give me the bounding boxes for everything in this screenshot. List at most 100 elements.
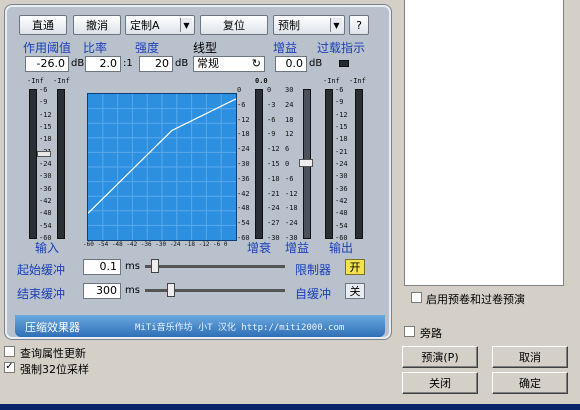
gain-meter-label: 增益 (285, 241, 310, 255)
gain-field[interactable]: 0.0 (275, 56, 307, 72)
attenuation-scale-tick: -3 (267, 100, 276, 109)
query-update-checkbox[interactable] (4, 346, 15, 357)
release-label: 结束缓冲 (17, 287, 66, 301)
attenuation-meter (255, 89, 263, 239)
compressor-panel: 直通 撤消 定制A ▼ 复位 预制 ▼ ? 作用阈值 比率 强度 线型 增益 过… (4, 4, 392, 340)
output-meter-top-label: -Inf (323, 77, 340, 85)
preview-list[interactable] (404, 0, 564, 286)
checkmark-icon: ✓ (5, 361, 14, 372)
threshold-slider-handle[interactable] (37, 151, 51, 157)
input-scale-tick: -42 (39, 197, 52, 205)
input-meter-label: 输入 (35, 241, 60, 255)
output-scale-tick: -48 (335, 209, 348, 218)
graph-x-scale: -60 -54 -48 -42 -36 -30 -24 -18 -12 -6 0 (83, 241, 228, 248)
bypass-button[interactable]: 直通 (19, 15, 67, 35)
attack-slider-track[interactable] (145, 265, 285, 268)
gain-scale-tick: 30 (285, 86, 294, 94)
input-scale-tick: -54 (39, 221, 52, 230)
input-meter-top-label: -Inf (27, 77, 44, 85)
ok-button[interactable]: 确定 (492, 372, 568, 394)
threshold-label: 作用阈值 (23, 41, 72, 55)
output-scale-tick: -12 (335, 110, 348, 119)
gain-unit: dB (309, 58, 323, 69)
graph-y-scale-tick: -12 (237, 115, 250, 124)
query-update-label: 查询属性更新 (20, 347, 86, 360)
input-scale-tick: -15 (39, 123, 52, 131)
strength-field[interactable]: 20 (139, 56, 173, 72)
attack-field[interactable]: 0.1 (83, 259, 121, 275)
gain-scale-tick: -6 (285, 174, 294, 183)
threshold-field[interactable]: -26.0 (25, 56, 69, 72)
attack-slider-handle[interactable] (151, 259, 159, 273)
graph-y-scale-tick: 0 (237, 86, 242, 94)
graph-y-scale-tick: -42 (237, 189, 250, 198)
gain-scale-tick: -18 (285, 204, 298, 213)
release-unit: ms (125, 285, 140, 296)
cycle-icon: ↻ (251, 57, 261, 70)
help-button[interactable]: ? (349, 15, 369, 35)
input-scale-tick: -48 (39, 209, 52, 218)
ratio-field[interactable]: 2.0 (85, 56, 121, 72)
input-scale: -6-9-12-15-18-21-24-30-36-42-48-54-60 (39, 86, 57, 242)
cancel-button[interactable]: 取消 (492, 346, 568, 368)
graph-y-scale-tick: -18 (237, 130, 250, 139)
attenuation-meter-label: 增衰 (247, 241, 272, 255)
gain-scale-tick: -24 (285, 219, 298, 228)
strength-label: 强度 (135, 41, 160, 55)
linetype-select[interactable]: 常规 ↻ (193, 56, 265, 72)
output-scale: -6 -9 -12 -15 -18 -21 -24 -30 -36 -42 -48 -54 -60 (335, 86, 353, 242)
attenuation-scale-tick: -6 (267, 115, 276, 124)
output-scale-tick: -24 (335, 160, 348, 168)
attenuation-scale-tick: -24 (267, 204, 280, 213)
auto-release-label: 自缓冲 (295, 287, 332, 301)
gain-scale-tick: 18 (285, 115, 294, 124)
attack-unit: ms (125, 261, 140, 272)
output-scale-tick: -6 (335, 86, 344, 94)
preroll-checkbox[interactable] (411, 292, 422, 303)
transfer-curve-graph[interactable] (87, 93, 237, 241)
preview-button[interactable]: 预演(P) (402, 346, 478, 368)
force32-checkbox[interactable]: ✓ (4, 362, 15, 373)
limiter-toggle[interactable]: 开 (345, 259, 365, 275)
preset-select-value: 定制A (130, 19, 160, 32)
footer-credit: MiTi音乐作坊 小T 汉化 http://miti2000.com (135, 323, 345, 333)
bypass-checkbox[interactable] (404, 326, 415, 337)
threshold-unit: dB (71, 58, 85, 69)
output-scale-tick: -36 (335, 184, 348, 193)
gain-slider-handle[interactable] (299, 159, 313, 167)
preset-menu-label: 预制 (278, 19, 300, 32)
gain-scale-tick: 6 (285, 145, 290, 154)
output-scale-tick: -18 (335, 135, 348, 144)
ratio-label: 比率 (83, 41, 108, 55)
preset-select[interactable]: 定制A ▼ (125, 15, 195, 35)
graph-y-scale: 0 -6 -12 -18 -24 -30 -36 -42 -48 -54 -60 (237, 86, 251, 242)
strength-unit: dB (175, 58, 189, 69)
gain-label: 增益 (273, 41, 298, 55)
close-button[interactable]: 关闭 (402, 372, 478, 394)
gain-scale-tick: 0 (285, 160, 290, 168)
input-scale-tick: -30 (39, 172, 52, 181)
output-scale-tick: -54 (335, 221, 348, 230)
graph-y-scale-tick: -6 (237, 100, 246, 109)
graph-y-scale-tick: -24 (237, 145, 250, 154)
gain-scale-tick: 24 (285, 100, 294, 109)
auto-release-toggle[interactable]: 关 (345, 283, 365, 299)
output-meter-left (325, 89, 333, 239)
output-scale-tick: -9 (335, 98, 344, 107)
preset-menu[interactable]: 预制 ▼ (273, 15, 345, 35)
release-field[interactable]: 300 (83, 283, 121, 299)
attenuation-scale-tick: -15 (267, 160, 280, 168)
reset-button[interactable]: 复位 (200, 15, 268, 35)
input-scale-tick: -36 (39, 184, 52, 193)
linetype-value: 常规 (197, 57, 219, 70)
input-scale-tick: -9 (39, 98, 48, 107)
preroll-label: 启用预卷和过卷预演 (426, 293, 525, 306)
input-meter-left (29, 89, 37, 239)
graph-y-scale-tick: -30 (237, 160, 250, 168)
graph-y-scale-tick: -36 (237, 174, 250, 183)
undo-button[interactable]: 撤消 (73, 15, 121, 35)
chevron-down-icon: ▼ (180, 18, 192, 32)
release-slider-track[interactable] (145, 289, 285, 292)
graph-y-scale-tick: -54 (237, 219, 250, 228)
release-slider-handle[interactable] (167, 283, 175, 297)
